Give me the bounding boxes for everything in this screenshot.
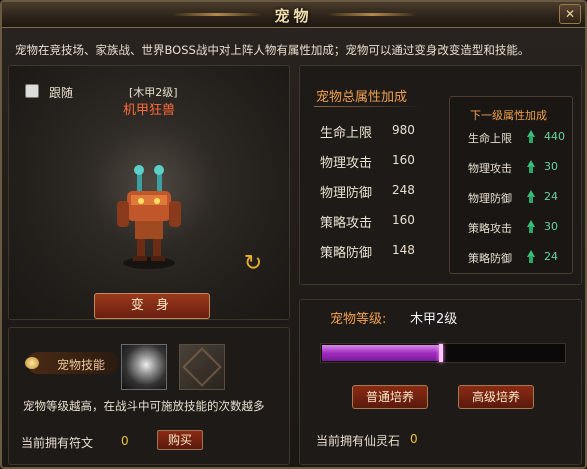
- arrow-up-icon: [526, 220, 536, 234]
- attribute-row: 策略攻击 160: [320, 212, 440, 232]
- attribute-row: 生命上限 980: [320, 122, 440, 142]
- arrow-up-icon: [526, 130, 536, 144]
- title-divider: [314, 106, 422, 107]
- attribute-label: 生命上限: [320, 126, 373, 141]
- follow-checkbox[interactable]: [25, 84, 39, 98]
- rune-label: 当前拥有符文: [21, 436, 94, 450]
- level-label: 宠物等级:: [330, 312, 387, 327]
- window-title: 宠物: [274, 7, 313, 25]
- next-level-title: 下一级属性加成: [470, 109, 547, 122]
- attribute-label: 物理攻击: [320, 156, 373, 171]
- attribute-label: 物理防御: [320, 186, 373, 201]
- next-level-label: 物理攻击: [468, 162, 512, 175]
- next-level-label: 生命上限: [468, 132, 512, 145]
- transform-button[interactable]: 变 身: [94, 293, 210, 319]
- level-progress-fill: [322, 345, 442, 361]
- skill-panel: 宠物技能 宠物等级越高，在战斗中可施放技能的次数越多 当前拥有符文 0 购买: [8, 327, 290, 465]
- crystal-label: 当前拥有仙灵石: [316, 434, 401, 448]
- next-level-value: 24: [544, 250, 558, 263]
- attribute-value: 148: [392, 243, 415, 257]
- next-level-value: 30: [544, 160, 558, 173]
- next-level-row: 物理攻击 30: [468, 160, 568, 178]
- arrow-up-icon: [526, 190, 536, 204]
- arrow-up-icon: [526, 250, 536, 264]
- attribute-panel: 宠物总属性加成 生命上限 980 物理攻击 160 物理防御 248 策略攻击 …: [299, 65, 582, 285]
- level-panel: 宠物等级: 木甲2级 普通培养 高级培养 当前拥有仙灵石 0: [299, 299, 582, 465]
- attribute-label: 策略攻击: [320, 216, 373, 231]
- attribute-value: 248: [392, 183, 415, 197]
- next-level-value: 30: [544, 220, 558, 233]
- attribute-row: 物理防御 248: [320, 182, 440, 202]
- next-level-value: 440: [544, 130, 565, 143]
- next-level-row: 策略攻击 30: [468, 220, 568, 238]
- attribute-value: 160: [392, 213, 415, 227]
- advanced-train-button[interactable]: 高级培养: [458, 385, 534, 409]
- buy-button[interactable]: 购买: [157, 430, 203, 450]
- title-ornament-right: [327, 13, 417, 16]
- arrow-up-icon: [526, 160, 536, 174]
- next-level-label: 策略防御: [468, 252, 512, 265]
- normal-train-button[interactable]: 普通培养: [352, 385, 428, 409]
- next-level-value: 24: [544, 190, 558, 203]
- close-button[interactable]: ✕: [559, 4, 581, 24]
- attribute-row: 物理攻击 160: [320, 152, 440, 172]
- whirlwind-skill-icon[interactable]: [121, 344, 167, 390]
- pet-rank: [木甲2级]: [129, 86, 178, 99]
- crystal-count: 0: [410, 432, 418, 446]
- next-level-row: 生命上限 440: [468, 130, 568, 148]
- pet-description: 宠物在竞技场、家族战、世界BOSS战中对上阵人物有属性加成；宠物可以通过变身改变…: [15, 43, 530, 57]
- skill-note: 宠物等级越高，在战斗中可施放技能的次数越多: [23, 399, 265, 413]
- follow-label: 跟随: [49, 86, 74, 100]
- pet-model[interactable]: [109, 161, 189, 271]
- next-level-row: 物理防御 24: [468, 190, 568, 208]
- next-level-label: 策略攻击: [468, 222, 512, 235]
- attribute-value: 980: [392, 123, 415, 137]
- skill-label-banner: 宠物技能: [25, 352, 119, 374]
- attribute-title: 宠物总属性加成: [316, 90, 408, 105]
- rune-count: 0: [121, 434, 129, 448]
- rune-skill-icon[interactable]: [179, 344, 225, 390]
- title-bar[interactable]: 宠物 ✕: [2, 2, 585, 28]
- next-level-row: 策略防御 24: [468, 250, 568, 268]
- attribute-label: 策略防御: [320, 246, 373, 261]
- pet-display-panel: 跟随 [木甲2级] 机甲狂兽 ↻ 变 身: [8, 65, 290, 320]
- rune-emblem: [182, 347, 222, 387]
- skill-label: 宠物技能: [57, 358, 106, 372]
- level-value: 木甲2级: [410, 312, 458, 327]
- next-level-box: 下一级属性加成 生命上限 440 物理攻击 30 物理防御 24 策略攻击 30: [449, 96, 573, 274]
- rotate-icon[interactable]: ↻: [241, 252, 265, 276]
- level-progress-tip: [439, 344, 443, 362]
- next-level-label: 物理防御: [468, 192, 512, 205]
- pet-window: 宠物 ✕ 宠物在竞技场、家族战、世界BOSS战中对上阵人物有属性加成；宠物可以通…: [0, 0, 587, 469]
- orb-icon: [25, 357, 39, 369]
- pet-name: 机甲狂兽: [123, 103, 176, 118]
- attribute-value: 160: [392, 153, 415, 167]
- attribute-row: 策略防御 148: [320, 242, 440, 262]
- level-progress-bar: [320, 343, 566, 363]
